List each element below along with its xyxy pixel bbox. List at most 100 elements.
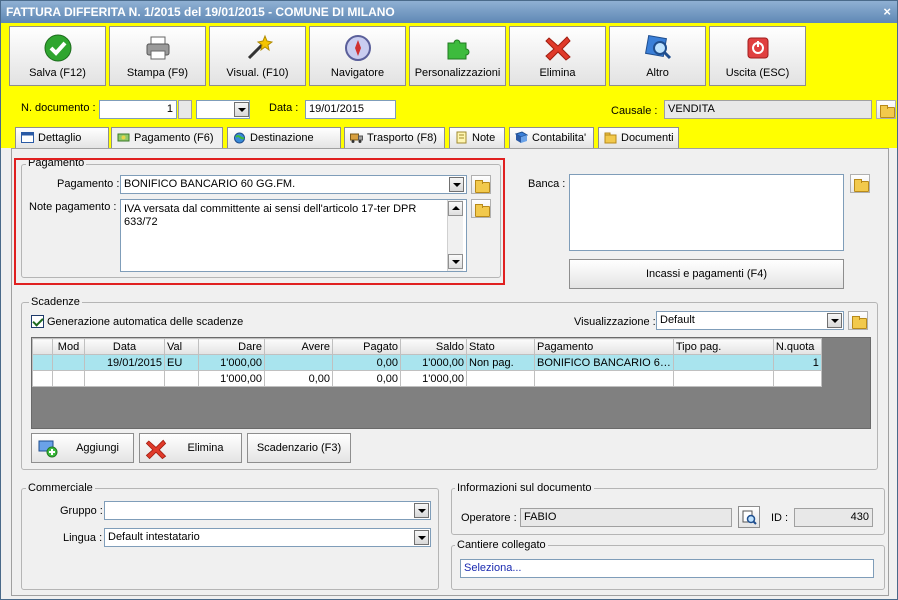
- delete-label: Elimina: [539, 67, 576, 79]
- customizations-button[interactable]: Personalizzazioni: [409, 26, 506, 86]
- cell-saldo[interactable]: 1'000,00: [400, 354, 467, 371]
- commerciale-group-title: Commerciale: [26, 482, 95, 494]
- window-icon: [21, 132, 34, 143]
- col-header[interactable]: Saldo: [400, 338, 467, 355]
- other-label: Altro: [646, 67, 669, 79]
- preview-button[interactable]: Visual. (F10): [209, 26, 306, 86]
- cell-val[interactable]: EU: [164, 354, 199, 371]
- red-x-icon: [544, 36, 571, 61]
- scadenze-grid: Mod Data Val Dare Avere Pagato Saldo Sta…: [31, 337, 871, 429]
- col-header[interactable]: Data: [84, 338, 165, 355]
- tab-pagamento-label: Pagamento (F6): [134, 132, 214, 144]
- col-header[interactable]: Pagato: [332, 338, 401, 355]
- col-header[interactable]: Mod: [52, 338, 85, 355]
- cell-mod[interactable]: [52, 354, 85, 371]
- book-icon: [515, 131, 528, 143]
- add-scadenza-button[interactable]: Aggiungi: [31, 433, 134, 463]
- chevron-down-icon[interactable]: [827, 313, 842, 328]
- date-input[interactable]: 19/01/2015: [305, 100, 396, 119]
- gruppo-select[interactable]: [104, 501, 431, 520]
- close-icon[interactable]: ×: [883, 1, 891, 23]
- money-icon: [117, 133, 130, 142]
- tab-note[interactable]: Note: [449, 127, 505, 148]
- col-header[interactable]: Stato: [466, 338, 535, 355]
- cell-pagamento[interactable]: BONIFICO BANCARIO 6…: [534, 354, 674, 371]
- magic-wand-icon: [247, 34, 273, 60]
- cell-tipo-pag[interactable]: [672, 354, 774, 371]
- col-header[interactable]: Tipo pag.: [672, 338, 774, 355]
- scadenze-group-title: Scadenze: [29, 296, 82, 308]
- col-header[interactable]: Pagamento: [534, 338, 674, 355]
- ndoc-input[interactable]: 1: [99, 100, 177, 119]
- total-data: [84, 370, 165, 387]
- cell-avere[interactable]: [264, 354, 333, 371]
- print-button[interactable]: Stampa (F9): [109, 26, 206, 86]
- red-x-icon: [145, 439, 167, 460]
- checkmark-icon: [44, 34, 71, 62]
- causale-input[interactable]: VENDITA: [664, 100, 872, 119]
- id-value: 430: [794, 508, 873, 527]
- operatore-lookup-button[interactable]: [738, 506, 760, 528]
- title-bar: FATTURA DIFFERITA N. 1/2015 del 19/01/20…: [1, 1, 897, 23]
- visualizzazione-label: Visualizzazione :: [574, 316, 656, 328]
- folder-icon: [604, 132, 617, 144]
- col-header[interactable]: Avere: [264, 338, 333, 355]
- chevron-down-icon[interactable]: [234, 102, 249, 117]
- cell-data[interactable]: 19/01/2015: [84, 354, 165, 371]
- lingua-select[interactable]: Default intestatario: [104, 528, 431, 547]
- col-header[interactable]: Val: [164, 338, 199, 355]
- total-pagato: 0,00: [332, 370, 401, 387]
- tab-contabilita[interactable]: Contabilita': [509, 127, 594, 148]
- other-button[interactable]: Altro: [609, 26, 706, 86]
- cell-pagato[interactable]: 0,00: [332, 354, 401, 371]
- exit-button[interactable]: Uscita (ESC): [709, 26, 806, 86]
- customizations-label: Personalizzazioni: [414, 67, 501, 79]
- chevron-down-icon[interactable]: [414, 503, 429, 518]
- cell-nquota[interactable]: 1: [772, 354, 822, 371]
- total-stato: [466, 370, 535, 387]
- scadenzario-button[interactable]: Scadenzario (F3): [247, 433, 351, 463]
- row-header-cell: [32, 370, 53, 387]
- date-label: Data :: [269, 102, 299, 114]
- info-group-title: Informazioni sul documento: [455, 482, 594, 494]
- causale-label: Causale :: [611, 105, 658, 117]
- operatore-input: FABIO: [520, 508, 732, 527]
- causale-folder-icon[interactable]: [876, 100, 896, 119]
- magnifier-icon: [742, 510, 757, 525]
- tab-documenti[interactable]: Documenti: [598, 127, 679, 148]
- save-label: Salva (F12): [29, 67, 86, 79]
- tab-dettaglio[interactable]: Dettaglio (F5): [15, 127, 109, 164]
- delete-scadenza-label: Elimina: [187, 442, 224, 454]
- tab-trasporto[interactable]: Trasporto (F8): [344, 127, 445, 148]
- tab-destinazione[interactable]: Destinazione (F7): [227, 127, 341, 164]
- print-label: Stampa (F9): [126, 67, 189, 79]
- incassi-button[interactable]: Incassi e pagamenti (F4): [569, 259, 844, 289]
- tab-documenti-label: Documenti: [621, 132, 674, 144]
- main-window: FATTURA DIFFERITA N. 1/2015 del 19/01/20…: [0, 0, 898, 600]
- add-scadenza-label: Aggiungi: [76, 442, 119, 454]
- row-header-cell[interactable]: [32, 354, 53, 371]
- ndoc-suffix-button[interactable]: [178, 100, 192, 119]
- chevron-down-icon[interactable]: [414, 530, 429, 545]
- banca-textarea[interactable]: [569, 174, 844, 251]
- total-nquota: [772, 370, 822, 387]
- compass-icon: [344, 35, 371, 61]
- tab-pagamento[interactable]: Pagamento (F6): [111, 127, 223, 149]
- table-row[interactable]: 19/01/2015 EU 1'000,00 0,00 1'000,00 Non…: [32, 354, 822, 371]
- col-header[interactable]: Dare: [198, 338, 265, 355]
- total-val: [164, 370, 199, 387]
- delete-scadenza-button[interactable]: Elimina: [139, 433, 242, 463]
- cell-stato[interactable]: Non pag.: [466, 354, 535, 371]
- auto-scadenze-checkbox[interactable]: [31, 315, 44, 328]
- visualizzazione-folder-icon[interactable]: [848, 311, 868, 330]
- save-button[interactable]: Salva (F12): [9, 26, 106, 86]
- col-header[interactable]: N.quota: [772, 338, 822, 355]
- delete-button[interactable]: Elimina: [509, 26, 606, 86]
- banca-folder-icon[interactable]: [850, 174, 870, 193]
- truck-icon: [350, 133, 363, 143]
- cell-dare[interactable]: 1'000,00: [198, 354, 265, 371]
- ndoc-label: N. documento :: [21, 102, 96, 114]
- visualizzazione-select[interactable]: Default: [656, 311, 844, 330]
- cantiere-select[interactable]: Seleziona...: [460, 559, 874, 578]
- navigator-button[interactable]: Navigatore: [309, 26, 406, 86]
